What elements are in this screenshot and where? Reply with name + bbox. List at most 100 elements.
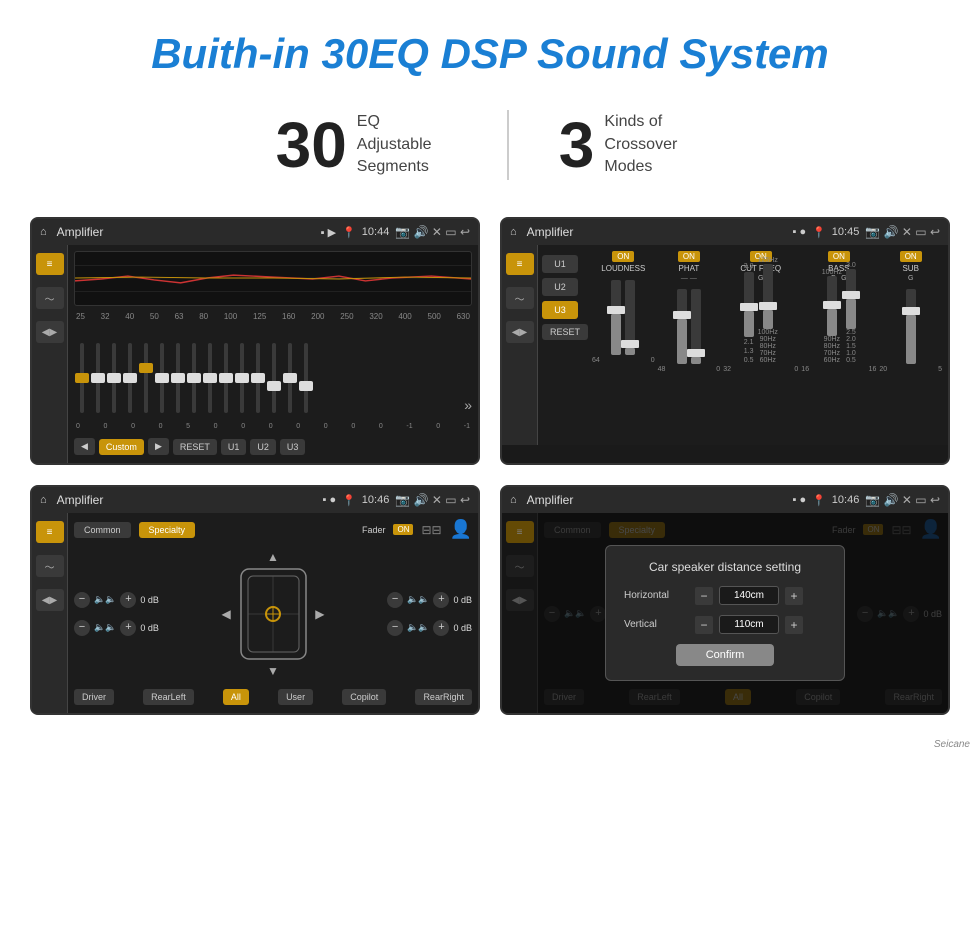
eq-slider-11[interactable] (234, 343, 250, 413)
cx-reset[interactable]: RESET (542, 324, 588, 340)
crossover-main: U1 U2 U3 RESET ON LOUDNESS (538, 245, 948, 445)
sp-sidebar-btn1[interactable]: ≡ (36, 521, 64, 543)
rearleft-btn[interactable]: RearLeft (143, 689, 194, 705)
nav-up-arrow[interactable]: ▲ (267, 550, 279, 564)
rearright-btn[interactable]: RearRight (415, 689, 472, 705)
cx-sidebar-btn3[interactable]: ◀▶ (506, 321, 534, 343)
db-fr-minus[interactable]: − (387, 592, 403, 608)
eq-slider-8[interactable] (186, 343, 202, 413)
eq-slider-15[interactable] (298, 343, 314, 413)
db-icon2: 🔈🔈 (94, 622, 116, 633)
eq-slider-5[interactable] (138, 343, 154, 413)
screen1-sidebar: ≡ 〜 ◀▶ (32, 245, 68, 463)
u2-preset[interactable]: U2 (542, 278, 578, 296)
home-icon[interactable]: ⌂ (40, 226, 47, 238)
u1-preset[interactable]: U1 (542, 255, 578, 273)
bass-col: ON BASS F G 100Hz 90Hz 80H (801, 251, 876, 439)
custom-btn[interactable]: Custom (99, 439, 144, 455)
loudness-slider1[interactable] (611, 280, 621, 355)
eq-slider-10[interactable] (218, 343, 234, 413)
horizontal-plus[interactable]: + (785, 587, 803, 605)
cutfreq-slider2[interactable] (763, 264, 773, 329)
phat-slider2[interactable] (691, 289, 701, 364)
nav-right-arrow[interactable]: ▶ (315, 607, 324, 621)
specialty-btn[interactable]: Specialty (139, 522, 196, 538)
prev-btn[interactable]: ◀ (74, 438, 95, 455)
fader-on[interactable]: ON (393, 524, 413, 535)
loudness-on[interactable]: ON (612, 251, 634, 262)
vertical-minus[interactable]: − (695, 616, 713, 634)
cx-sidebar-btn1[interactable]: ≡ (506, 253, 534, 275)
screen3-time: 10:46 (362, 494, 390, 506)
db-fl-plus[interactable]: + (120, 592, 136, 608)
eq-sidebar-btn2[interactable]: 〜 (36, 287, 64, 309)
stat2-number: 3 (559, 108, 595, 182)
screen-crossover: ⌂ Amplifier ▪ ● 📍 10:45 📷 🔊 ✕ ▭ ↩ ≡ 〜 ◀▶… (500, 217, 950, 465)
sub-on[interactable]: ON (900, 251, 922, 262)
u1-btn[interactable]: U1 (221, 439, 247, 455)
db-fl-minus[interactable]: − (74, 592, 90, 608)
screen3-icons: 📷 🔊 ✕ ▭ ↩ (395, 493, 470, 507)
slider-values-row: 00005 00000 00-10-1 (74, 421, 472, 432)
confirm-button[interactable]: Confirm (676, 644, 775, 666)
cutfreq-col: ON CUT FREQ G 3.0 2.1 1.3 (723, 251, 798, 439)
screen3-body: ≡ 〜 ◀▶ Common Specialty Fader ON ⊟⊟ 👤 (32, 513, 478, 713)
vertical-plus[interactable]: + (785, 616, 803, 634)
reset-btn[interactable]: RESET (173, 439, 217, 455)
cx-sidebar-btn2[interactable]: 〜 (506, 287, 534, 309)
driver-btn[interactable]: Driver (74, 689, 114, 705)
nav-down-arrow[interactable]: ▼ (267, 664, 279, 678)
u3-btn[interactable]: U3 (280, 439, 306, 455)
sp-sidebar-btn2[interactable]: 〜 (36, 555, 64, 577)
loudness-col: ON LOUDNESS (592, 251, 655, 439)
all-btn[interactable]: All (223, 689, 249, 705)
phat-on[interactable]: ON (678, 251, 700, 262)
eq-sidebar-btn1[interactable]: ≡ (36, 253, 64, 275)
eq-slider-2[interactable] (90, 343, 106, 413)
expand-icon[interactable]: » (464, 397, 472, 413)
eq-slider-9[interactable] (202, 343, 218, 413)
db-rl-minus[interactable]: − (74, 620, 90, 636)
db-rl-plus[interactable]: + (120, 620, 136, 636)
eq-slider-1[interactable] (74, 343, 90, 413)
watermark-text: Seicane (934, 739, 970, 750)
cutfreq-slider1[interactable] (744, 272, 754, 337)
home-icon3[interactable]: ⌂ (40, 494, 47, 506)
db-rr-plus[interactable]: + (433, 620, 449, 636)
stat1-desc: EQ AdjustableSegments (357, 111, 457, 178)
horizontal-label: Horizontal (624, 590, 689, 601)
nav-left-arrow[interactable]: ◀ (222, 607, 231, 621)
u2-btn[interactable]: U2 (250, 439, 276, 455)
db-fr-plus[interactable]: + (433, 592, 449, 608)
copilot-btn[interactable]: Copilot (342, 689, 386, 705)
eq-slider-12[interactable] (250, 343, 266, 413)
eq-slider-4[interactable] (122, 343, 138, 413)
eq-slider-3[interactable] (106, 343, 122, 413)
screen-speaker: ⌂ Amplifier ▪ ● 📍 10:46 📷 🔊 ✕ ▭ ↩ ≡ 〜 ◀▶… (30, 485, 480, 715)
phat-slider1[interactable] (677, 289, 687, 364)
home-icon4[interactable]: ⌂ (510, 494, 517, 506)
eq-slider-14[interactable] (282, 343, 298, 413)
bass-slider1[interactable] (827, 276, 837, 336)
cx-columns: ON LOUDNESS (592, 251, 942, 439)
dialog-title: Car speaker distance setting (624, 560, 826, 574)
sub-slider1[interactable] (906, 289, 916, 364)
u3-preset[interactable]: U3 (542, 301, 578, 319)
eq-sidebar-btn3[interactable]: ◀▶ (36, 321, 64, 343)
screen4-icons: 📷 🔊 ✕ ▭ ↩ (865, 493, 940, 507)
loudness-slider2[interactable] (625, 280, 635, 355)
eq-slider-13[interactable] (266, 343, 282, 413)
home-icon2[interactable]: ⌂ (510, 226, 517, 238)
play-btn[interactable]: ▶ (148, 438, 169, 455)
eq-slider-7[interactable] (170, 343, 186, 413)
screen4-title: Amplifier (527, 493, 787, 507)
screen4-time: 10:46 (832, 494, 860, 506)
common-btn[interactable]: Common (74, 522, 131, 538)
bass-slider2[interactable] (846, 269, 856, 329)
horizontal-minus[interactable]: − (695, 587, 713, 605)
eq-slider-6[interactable] (154, 343, 170, 413)
bass-on[interactable]: ON (828, 251, 850, 262)
sp-sidebar-btn3[interactable]: ◀▶ (36, 589, 64, 611)
user-btn[interactable]: User (278, 689, 313, 705)
db-rr-minus[interactable]: − (387, 620, 403, 636)
